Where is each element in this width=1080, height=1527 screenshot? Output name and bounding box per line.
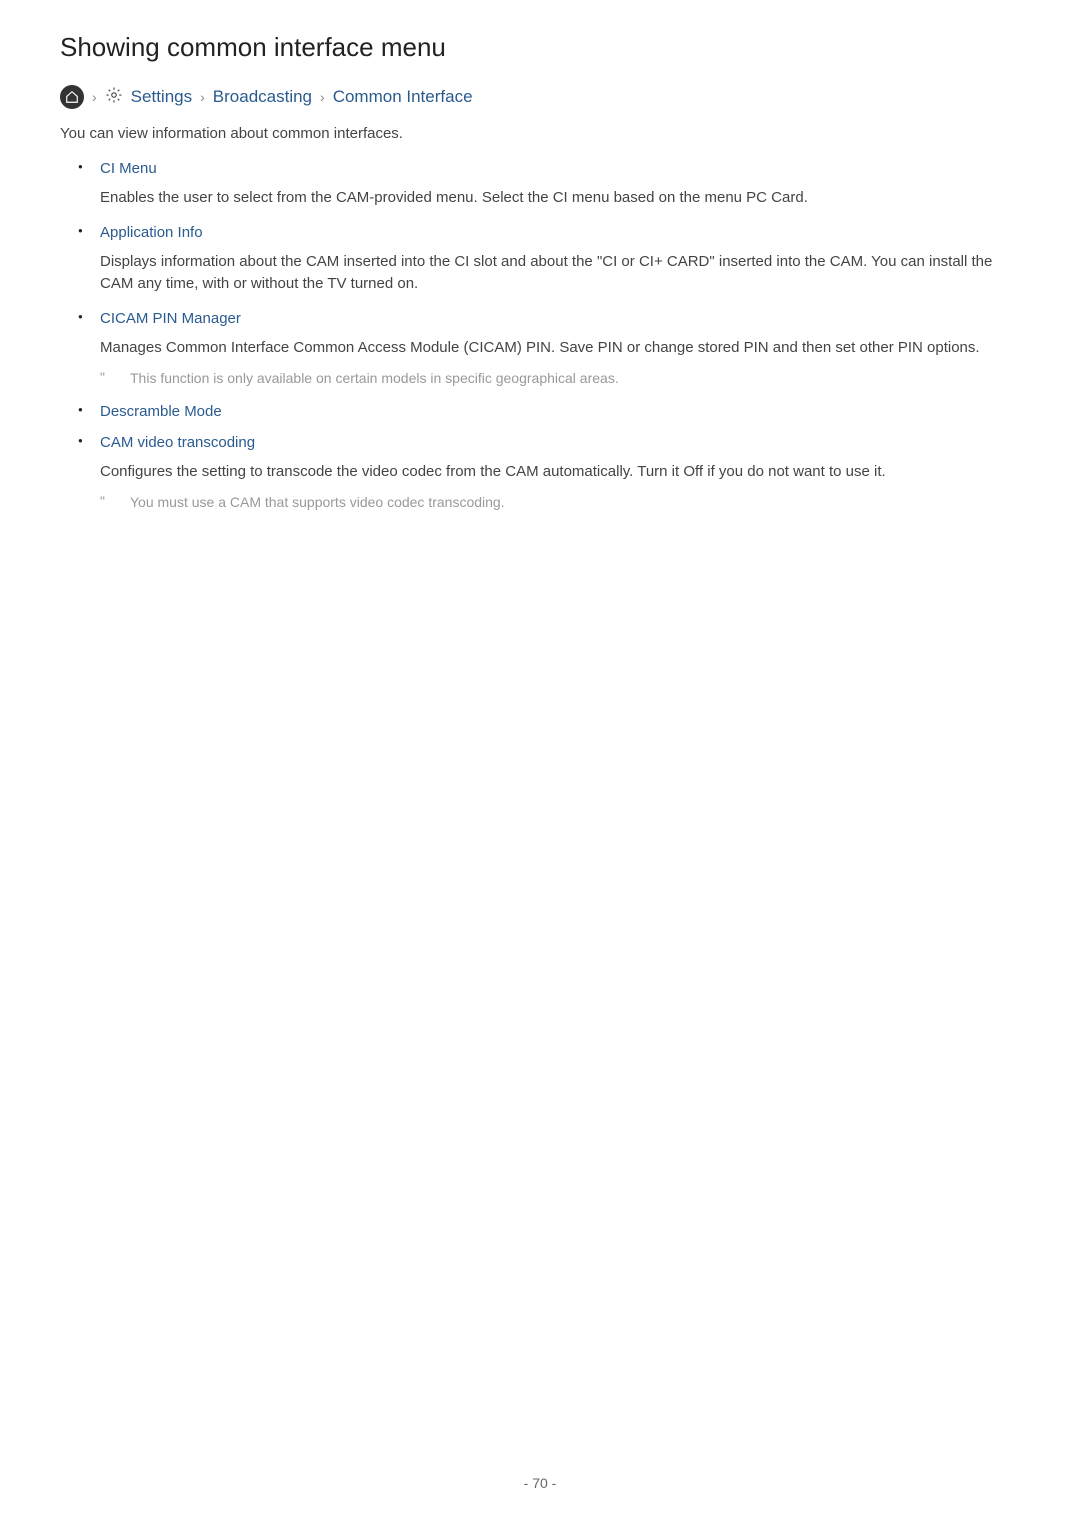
bullet-list: CI Menu Enables the user to select from … [60, 160, 1020, 513]
breadcrumb: › Settings › Broadcasting › Common Inter… [60, 85, 1020, 109]
list-item: CAM video transcoding Configures the set… [100, 434, 1020, 513]
chevron-right-icon: › [200, 89, 205, 105]
item-desc: Displays information about the CAM inser… [100, 251, 1020, 296]
item-title: CI Menu [100, 160, 1020, 177]
breadcrumb-common-interface[interactable]: Common Interface [333, 87, 473, 107]
list-item: CICAM PIN Manager Manages Common Interfa… [100, 310, 1020, 389]
item-title: Descramble Mode [100, 403, 1020, 420]
item-title: CAM video transcoding [100, 434, 1020, 451]
intro-text: You can view information about common in… [60, 125, 1020, 142]
chevron-right-icon: › [320, 89, 325, 105]
note-text: This function is only available on certa… [130, 369, 619, 389]
chevron-right-icon: › [92, 89, 97, 105]
gear-icon [105, 86, 123, 109]
section-title: Showing common interface menu [60, 32, 1020, 63]
note-row: " This function is only available on cer… [100, 369, 1020, 389]
list-item: Application Info Displays information ab… [100, 224, 1020, 296]
item-desc: Manages Common Interface Common Access M… [100, 337, 1020, 360]
list-item: CI Menu Enables the user to select from … [100, 160, 1020, 210]
note-row: " You must use a CAM that supports video… [100, 493, 1020, 513]
breadcrumb-settings[interactable]: Settings [131, 87, 192, 107]
note-text: You must use a CAM that supports video c… [130, 493, 505, 513]
note-marker: " [100, 493, 112, 509]
item-title: Application Info [100, 224, 1020, 241]
note-marker: " [100, 369, 112, 385]
list-item: Descramble Mode [100, 403, 1020, 420]
page-number: - 70 - [0, 1475, 1080, 1491]
item-desc: Configures the setting to transcode the … [100, 461, 1020, 484]
home-icon [60, 85, 84, 109]
breadcrumb-broadcasting[interactable]: Broadcasting [213, 87, 312, 107]
item-title: CICAM PIN Manager [100, 310, 1020, 327]
item-desc: Enables the user to select from the CAM-… [100, 187, 1020, 210]
